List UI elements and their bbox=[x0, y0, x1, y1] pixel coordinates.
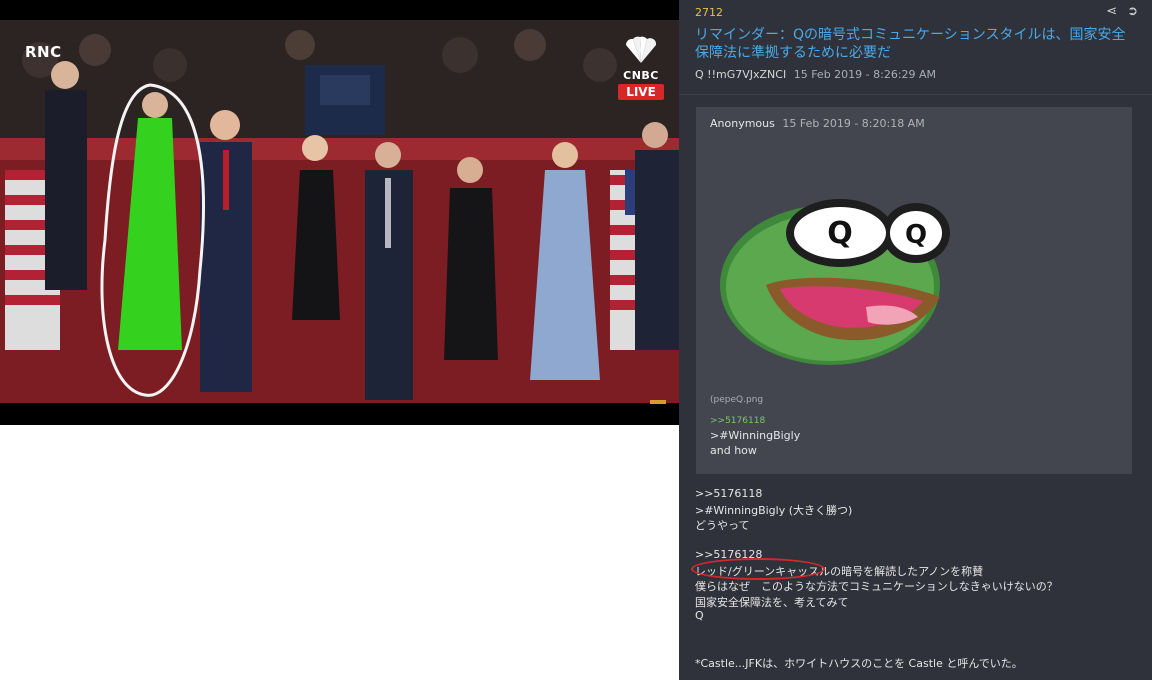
post-actions: ⋖ ➲ bbox=[1106, 4, 1138, 19]
pepe-letter-right: Q bbox=[905, 220, 927, 250]
body-line-8: 国家安全保障法を、考えてみて bbox=[695, 596, 849, 609]
body-line-1[interactable]: >>5176118 bbox=[695, 487, 762, 500]
cnbc-logo: CNBC LIVE bbox=[618, 35, 664, 100]
quoted-reply-link[interactable]: >>5176118 bbox=[710, 416, 765, 426]
quoted-line-2: and how bbox=[710, 444, 757, 457]
body-line-9: Q bbox=[695, 609, 704, 622]
body-footnote: *Castle...JFKは、ホワイトハウスのことを Castle と呼んでいた… bbox=[695, 657, 1023, 670]
post-panel: 2712 ⋖ ➲ リマインダー：Qの暗号式コミュニケーションスタイルは、国家安全… bbox=[679, 0, 1152, 680]
stage-illustration bbox=[0, 20, 679, 403]
quoted-header: Anonymous 15 Feb 2019 - 8:20:18 AM bbox=[710, 117, 925, 130]
divider bbox=[679, 94, 1152, 95]
cnbc-wordmark: CNBC bbox=[623, 69, 659, 82]
share-icon[interactable]: ⋖ bbox=[1106, 4, 1117, 19]
red-highlight-oval bbox=[691, 558, 825, 580]
post-author: Q bbox=[695, 68, 704, 81]
pepe-letter-left: Q bbox=[827, 216, 853, 251]
body-line-2: >#WinningBigly (大きく勝つ) bbox=[695, 504, 853, 517]
broadcast-tag bbox=[650, 400, 666, 404]
peacock-icon bbox=[625, 36, 657, 63]
post-tripcode: !!mG7VJxZNCI bbox=[707, 68, 787, 81]
video-still: RNC CNBC LIVE bbox=[0, 0, 679, 425]
body-line-7: 僕らはなぜ このような方法でコミュニケーションしなきゃいけないの？ bbox=[695, 580, 1058, 593]
stage-scene: RNC CNBC LIVE bbox=[0, 20, 679, 403]
live-badge: LIVE bbox=[618, 84, 664, 100]
pepe-q-image[interactable]: Q Q bbox=[718, 167, 950, 367]
rnc-logo: RNC bbox=[25, 43, 62, 61]
quoted-date: 15 Feb 2019 - 8:20:18 AM bbox=[782, 117, 925, 130]
quoted-line-1: >#WinningBigly bbox=[710, 429, 801, 442]
letterbox-bottom bbox=[0, 403, 679, 425]
quoted-post: Anonymous 15 Feb 2019 - 8:20:18 AM Q Q (… bbox=[696, 107, 1132, 474]
letterbox-top bbox=[0, 0, 679, 20]
post-title[interactable]: リマインダー：Qの暗号式コミュニケーションスタイルは、国家安全保障法に準拠するた… bbox=[695, 26, 1135, 62]
body-line-3: どうやって bbox=[695, 519, 750, 532]
arrow-right-circle-icon[interactable]: ➲ bbox=[1127, 4, 1138, 19]
post-date: 15 Feb 2019 - 8:26:29 AM bbox=[793, 68, 937, 81]
post-number[interactable]: 2712 bbox=[695, 6, 723, 19]
quoted-author: Anonymous bbox=[710, 117, 775, 130]
post-meta: Q !!mG7VJxZNCI 15 Feb 2019 - 8:26:29 AM bbox=[695, 68, 936, 81]
image-filename[interactable]: (pepeQ.png bbox=[710, 395, 763, 405]
